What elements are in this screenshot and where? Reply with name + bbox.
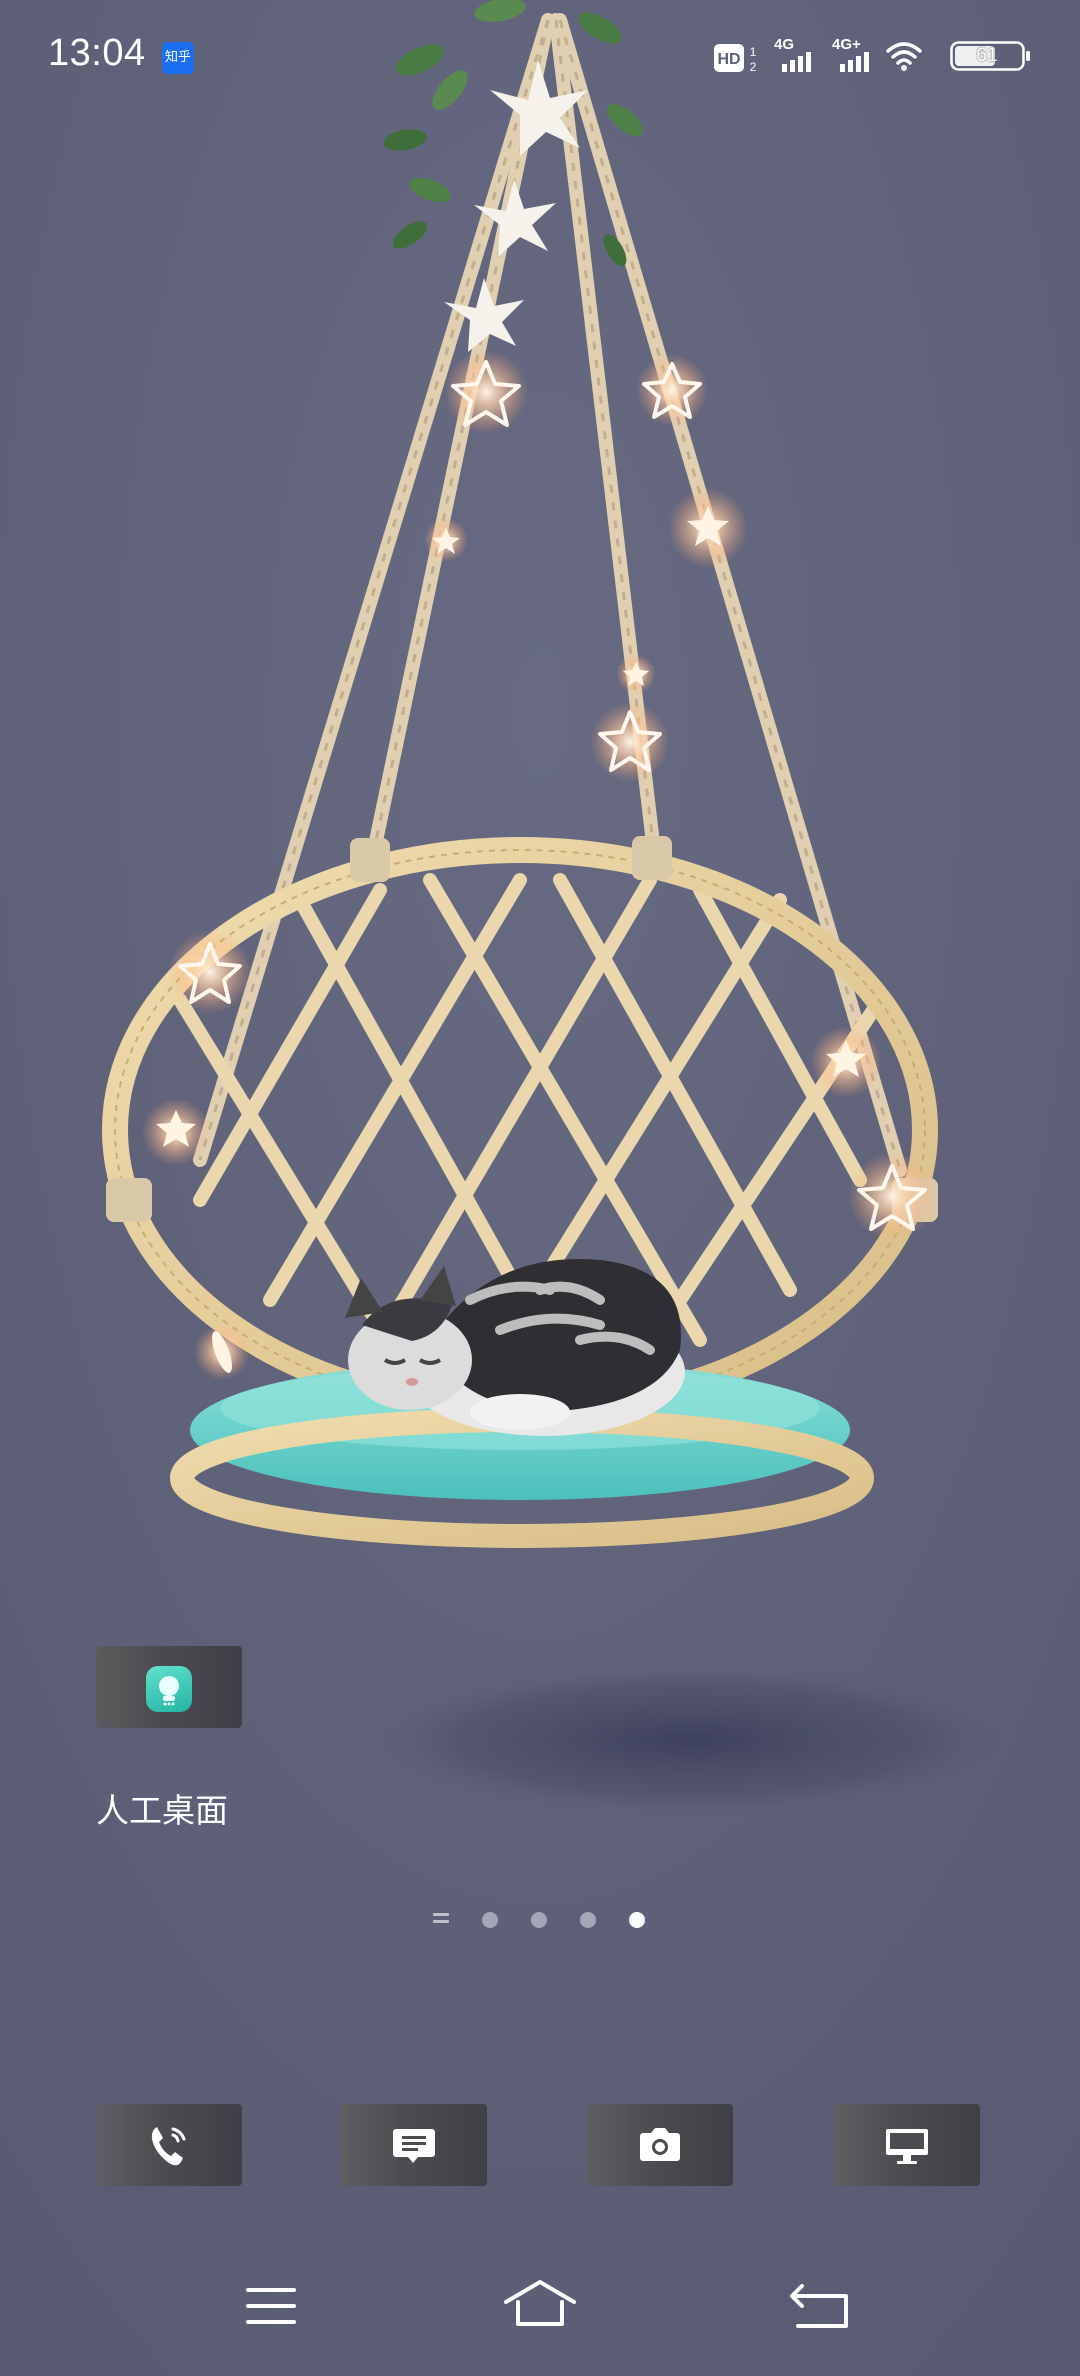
page-indicator[interactable] — [0, 1908, 1080, 1932]
camera-icon — [640, 2128, 680, 2161]
hd-label: HD — [717, 51, 740, 68]
back-icon — [790, 2284, 848, 2328]
status-bar: 13:04 知乎 HD 1 2 4G 4G+ 61 — [0, 0, 1080, 116]
sim1-signal-icon: 4G — [774, 36, 818, 76]
menu-icon — [246, 2288, 296, 2324]
ai-desktop-widget[interactable] — [96, 1646, 242, 1728]
wifi-icon — [886, 40, 922, 72]
nav-back-button[interactable] — [782, 2276, 862, 2336]
page-dot[interactable] — [482, 1912, 498, 1928]
widget-label[interactable]: 人工桌面 — [96, 1784, 228, 1832]
zhihu-icon: 知乎 — [162, 42, 194, 74]
ai-assistant-icon — [146, 1666, 192, 1712]
svg-text:2: 2 — [750, 60, 757, 74]
page-dot[interactable] — [531, 1912, 547, 1928]
dock-monitor-button[interactable] — [834, 2104, 980, 2186]
battery-level: 61 — [976, 45, 998, 66]
hd-volte-icon: HD 1 2 — [714, 42, 762, 74]
messages-icon — [393, 2129, 435, 2163]
dock-phone-button[interactable] — [96, 2104, 242, 2186]
hanging-chair-cat-wallpaper — [0, 0, 1080, 2376]
phone-icon — [151, 2127, 186, 2166]
home-icon — [504, 2280, 576, 2326]
nav-menu-button[interactable] — [232, 2276, 312, 2336]
status-time: 13:04 — [48, 32, 146, 74]
battery-icon: 61 — [950, 40, 1032, 72]
dock-messages-button[interactable] — [341, 2104, 487, 2186]
sim2-signal-icon: 4G+ — [832, 36, 876, 76]
page-dot[interactable] — [580, 1912, 596, 1928]
page-list-icon[interactable] — [433, 1913, 449, 1925]
svg-text:1: 1 — [750, 45, 757, 59]
monitor-icon — [886, 2129, 928, 2164]
nav-home-button[interactable] — [500, 2276, 580, 2336]
dock-camera-button[interactable] — [587, 2104, 733, 2186]
home-screen: 13:04 知乎 HD 1 2 4G 4G+ 61 人工桌面 — [0, 0, 1080, 2376]
page-dot-active[interactable] — [629, 1912, 645, 1928]
